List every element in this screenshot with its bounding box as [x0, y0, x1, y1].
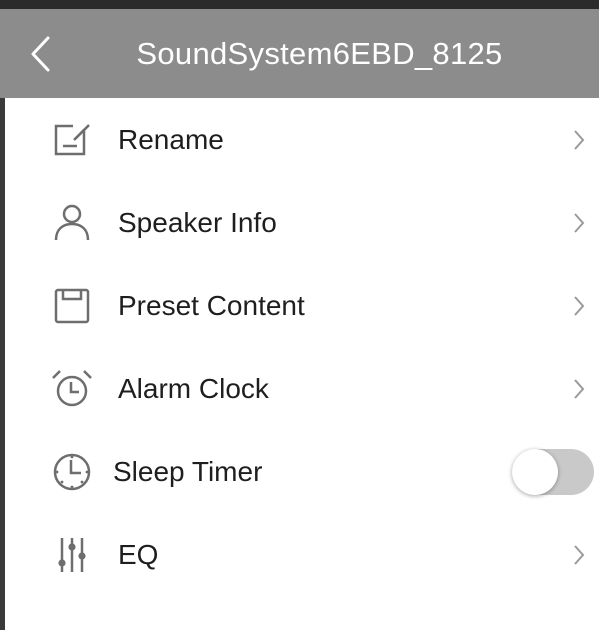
settings-menu: Rename Speaker Info Preset Content Alarm…: [0, 98, 599, 596]
edit-icon: [54, 120, 90, 155]
header-bar: SoundSystem6EBD_8125: [0, 9, 599, 98]
top-border: [0, 0, 599, 9]
menu-item-label: EQ: [118, 538, 159, 570]
menu-item-preset-content[interactable]: Preset Content: [0, 264, 599, 347]
sleep-timer-toggle[interactable]: [512, 448, 594, 495]
menu-item-label: Speaker Info: [118, 206, 277, 238]
timer-icon: [53, 453, 91, 490]
menu-item-eq[interactable]: EQ: [0, 513, 599, 596]
chevron-right-icon: [574, 378, 585, 399]
menu-item-speaker-info[interactable]: Speaker Info: [0, 181, 599, 264]
menu-item-label: Sleep Timer: [113, 455, 263, 487]
person-icon: [54, 204, 90, 240]
floppy-disk-icon: [54, 288, 90, 323]
menu-item-alarm-clock[interactable]: Alarm Clock: [0, 347, 599, 430]
page-title: SoundSystem6EBD_8125: [136, 35, 503, 71]
alarm-clock-icon: [52, 369, 92, 406]
menu-item-label: Alarm Clock: [118, 372, 269, 404]
speaker-settings-screen: SoundSystem6EBD_8125 Rename Speaker Info…: [0, 0, 599, 630]
toggle-knob: [512, 448, 558, 495]
menu-item-label: Rename: [118, 123, 224, 155]
chevron-right-icon: [574, 295, 585, 316]
menu-item-sleep-timer: Sleep Timer: [0, 430, 599, 513]
equalizer-icon: [58, 537, 86, 572]
chevron-right-icon: [574, 212, 585, 233]
chevron-right-icon: [574, 544, 585, 565]
chevron-right-icon: [574, 129, 585, 150]
menu-item-rename[interactable]: Rename: [0, 98, 599, 181]
menu-item-label: Preset Content: [118, 289, 305, 321]
